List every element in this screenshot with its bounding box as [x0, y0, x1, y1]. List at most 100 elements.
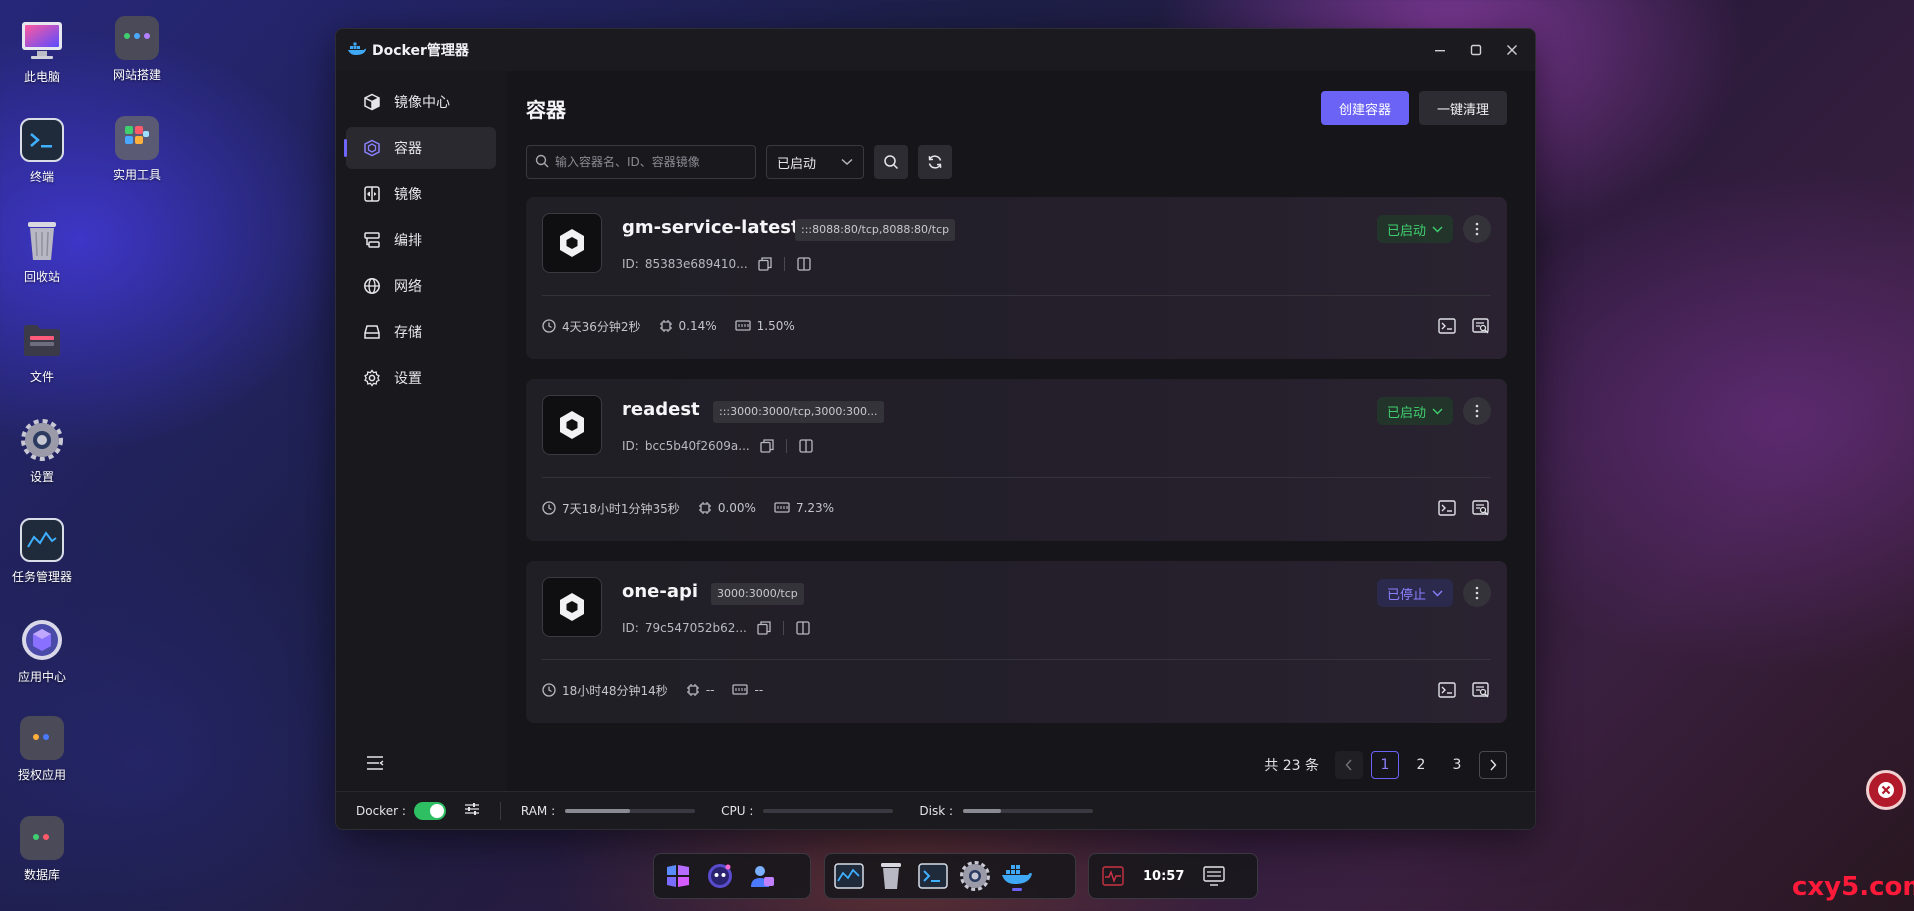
sidebar-item-images[interactable]: 镜像 — [346, 173, 496, 215]
terminal-icon[interactable] — [917, 860, 949, 892]
sidebar-item-label: 存储 — [394, 325, 422, 341]
status-dropdown[interactable]: 已启动 — [1376, 397, 1453, 425]
status-label: 已启动 — [1386, 223, 1426, 239]
page-button-1[interactable]: 1 — [1371, 751, 1399, 779]
trash-icon — [20, 218, 64, 262]
desktop-icon-database[interactable]: 数据库 — [2, 816, 82, 883]
status-label: 已停止 — [1386, 587, 1426, 603]
user-account-icon[interactable] — [746, 860, 778, 892]
search-button[interactable] — [874, 145, 908, 179]
app-center-icon — [20, 618, 64, 662]
status-dropdown[interactable]: 已停止 — [1376, 579, 1453, 607]
sidebar-item-settings[interactable]: 设置 — [346, 357, 496, 399]
docker-manager-window: Docker管理器 镜像中心 容器 镜像 编排 网络 存储 设置 容器 创建容器… — [335, 28, 1536, 830]
logs-search-icon — [1472, 500, 1489, 516]
status-dropdown[interactable]: 已启动 — [1376, 215, 1453, 243]
monitor-pulse-icon[interactable] — [1097, 860, 1129, 892]
create-container-button[interactable]: 创建容器 — [1320, 91, 1409, 125]
page-button-3[interactable]: 3 — [1443, 751, 1471, 779]
memory-value: 1.50% — [756, 319, 795, 333]
close-button[interactable] — [1501, 39, 1523, 61]
cpu-icon — [698, 502, 711, 514]
floating-close-icon[interactable] — [1866, 770, 1906, 810]
sidebar-item-compose[interactable]: 编排 — [346, 219, 496, 261]
image-icon[interactable] — [799, 439, 813, 453]
container-name[interactable]: one-api — [622, 581, 698, 602]
sidebar-item-network[interactable]: 网络 — [346, 265, 496, 307]
desktop-icon-licensed-apps[interactable]: 授权应用 — [2, 716, 82, 783]
title-bar[interactable]: Docker管理器 — [336, 29, 1535, 71]
desktop-icon-app-center[interactable]: 应用中心 — [2, 618, 82, 685]
sidebar-item-label: 镜像中心 — [394, 95, 450, 111]
sidebar-item-containers[interactable]: 容器 — [344, 127, 496, 169]
minimize-button[interactable] — [1429, 39, 1451, 61]
logs-search-icon — [1472, 682, 1489, 698]
task-manager-icon[interactable] — [833, 860, 865, 892]
chevron-left-icon — [1345, 759, 1352, 771]
terminal-button[interactable] — [1437, 316, 1457, 336]
copy-icon[interactable] — [760, 439, 774, 453]
image-icon[interactable] — [796, 621, 810, 635]
image-icon[interactable] — [796, 257, 811, 271]
sidebar-item-label: 网络 — [394, 279, 422, 295]
sidebar-item-storage[interactable]: 存储 — [346, 311, 496, 353]
assistant-icon[interactable] — [704, 860, 736, 892]
uptime-value: 4天36分钟2秒 — [562, 319, 641, 334]
desktop-icon-label: 实用工具 — [112, 168, 161, 182]
desktop-icon-files[interactable]: 文件 — [2, 318, 82, 385]
page-button-2[interactable]: 2 — [1407, 751, 1435, 779]
clean-all-button[interactable]: 一键清理 — [1418, 91, 1507, 125]
compose-icon — [362, 230, 382, 250]
desktop-icon-terminal[interactable]: 终端 — [2, 118, 82, 185]
logs-search-icon — [1472, 318, 1489, 334]
collapse-sidebar-icon[interactable] — [366, 755, 388, 777]
container-name[interactable]: readest — [622, 399, 700, 420]
port-badge: :::3000:3000/tcp,3000:300... — [713, 401, 884, 423]
prev-page-button[interactable] — [1335, 751, 1363, 779]
container-card: one-api 3000:3000/tcp ID: 79c547052b62..… — [526, 561, 1507, 723]
desktop-icon-label: 设置 — [29, 470, 54, 484]
next-page-button[interactable] — [1479, 751, 1507, 779]
sidebar-item-label: 编排 — [394, 233, 422, 249]
trash-icon[interactable] — [875, 860, 907, 892]
sidebar-item-registry[interactable]: 镜像中心 — [346, 81, 496, 123]
copy-icon[interactable] — [757, 621, 771, 635]
app-launcher-icon[interactable] — [662, 860, 694, 892]
settings-gear-icon[interactable] — [959, 860, 991, 892]
desktop-icon-trash[interactable]: 回收站 — [2, 218, 82, 285]
gear-icon — [362, 368, 382, 388]
desktop-icon-task-manager[interactable]: 任务管理器 — [2, 518, 82, 585]
desktop-icon-settings[interactable]: 设置 — [2, 418, 82, 485]
container-name[interactable]: gm-service-latest — [622, 217, 800, 238]
more-options-button[interactable] — [1463, 579, 1491, 607]
desktop-icon-website[interactable]: 网站搭建 — [97, 16, 177, 83]
container-id: bcc5b40f2609a... — [644, 439, 750, 453]
monitor-icon — [20, 18, 64, 62]
chevron-right-icon — [1490, 759, 1497, 771]
maximize-button[interactable] — [1465, 39, 1487, 61]
sliders-icon[interactable] — [464, 802, 480, 819]
more-options-button[interactable] — [1463, 397, 1491, 425]
refresh-button[interactable] — [918, 145, 952, 179]
logs-button[interactable] — [1471, 316, 1491, 336]
desktop-icon-computer[interactable]: 此电脑 — [2, 18, 82, 85]
desktop-panel-icon[interactable] — [1198, 860, 1230, 892]
docker-label: Docker : — [356, 803, 406, 818]
container-card: readest :::3000:3000/tcp,3000:300... ID:… — [526, 379, 1507, 541]
more-vertical-icon — [1475, 222, 1479, 236]
docker-whale-icon[interactable] — [1001, 860, 1033, 892]
copy-icon[interactable] — [757, 257, 772, 271]
id-label: ID: — [622, 621, 639, 635]
search-input[interactable] — [555, 155, 745, 169]
desktop-icon-label: 任务管理器 — [11, 570, 72, 584]
desktop-icon-tools[interactable]: 实用工具 — [97, 116, 177, 183]
logs-button[interactable] — [1471, 498, 1491, 518]
docker-toggle[interactable] — [413, 801, 446, 820]
cpu-value: -- — [705, 683, 715, 697]
globe-icon — [362, 276, 382, 296]
more-options-button[interactable] — [1463, 215, 1491, 243]
status-filter-select[interactable]: 已启动 — [766, 145, 864, 179]
logs-button[interactable] — [1471, 680, 1491, 700]
terminal-button[interactable] — [1437, 498, 1457, 518]
terminal-button[interactable] — [1437, 680, 1457, 700]
